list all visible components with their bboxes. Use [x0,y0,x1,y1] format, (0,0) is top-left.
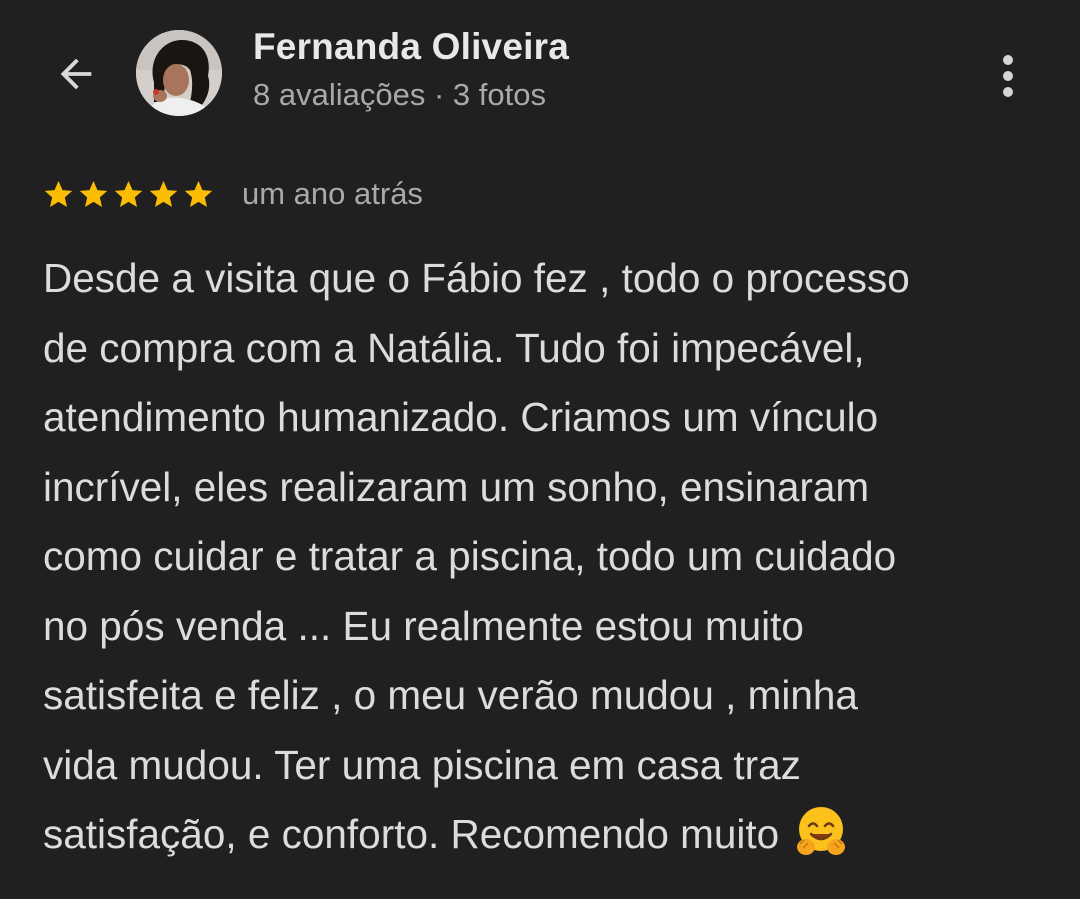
more-vertical-icon-dot [1003,87,1013,97]
review-text: Desde a visita que o Fábio fez , todo o … [43,244,1053,870]
review-line: satisfação, e conforto. Recomendo muito [43,811,780,857]
review-last-line: satisfação, e conforto. Recomendo muito [43,800,1053,870]
star-icon [114,181,143,208]
review-line: atendimento humanizado. Criamos um víncu… [43,394,879,440]
review-line: satisfeita e feliz , o meu verão mudou ,… [43,672,858,718]
review-time: um ano atrás [242,176,423,211]
review-line: Desde a visita que o Fábio fez , todo o … [43,255,910,301]
arrow-back-icon [60,58,92,90]
star-icon [44,181,73,208]
reviewer-name[interactable]: Fernanda Oliveira [253,26,569,68]
hugging-face-emoji [797,807,846,855]
star-rating [42,178,215,211]
avatar[interactable] [136,30,222,116]
profile-photo [136,30,222,116]
more-vertical-icon-dot [1003,71,1013,81]
star-icon [149,181,178,208]
star-icon [184,181,213,208]
review-line: no pós venda ... Eu realmente estou muit… [43,602,804,649]
reviewer-stats: 8 avaliações · 3 fotos [253,77,546,112]
more-options-button[interactable] [986,44,1030,108]
review-line: de compra com a Natália. Tudo foi impecá… [43,324,865,371]
review-screen: Fernanda Oliveira 8 avaliações · 3 fotos… [0,0,1080,899]
back-button[interactable] [44,42,108,106]
review-line: vida mudou. Ter uma piscina em casa traz [43,741,801,788]
star-icon [79,181,108,208]
review-line: como cuidar e tratar a piscina, todo um … [43,533,897,579]
review-line: incrível, eles realizaram um sonho, ensi… [43,463,870,510]
more-vertical-icon [1003,55,1013,65]
